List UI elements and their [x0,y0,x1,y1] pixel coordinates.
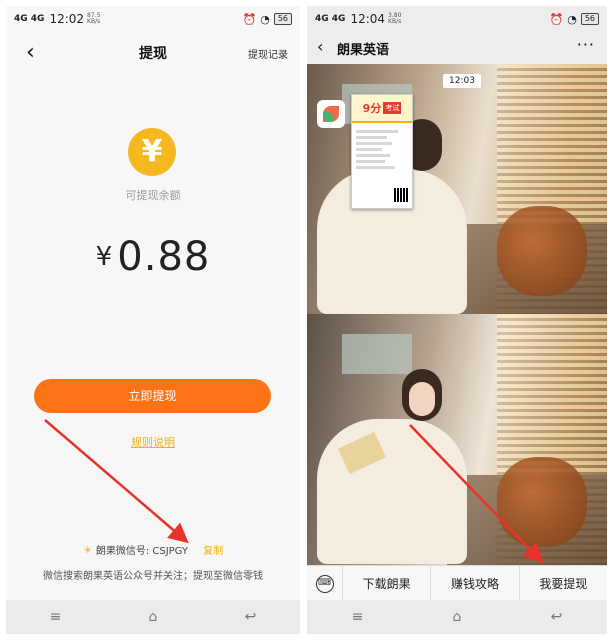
battery-icon: 56 [580,13,599,25]
more-icon[interactable]: ··· [577,35,595,54]
signal-icon: 4G 4G [315,14,346,24]
wifi-icon: ◔ [260,12,270,26]
withdraw-record-link[interactable]: 提现记录 [248,46,288,61]
promo-poster[interactable]: 9分 考试 [351,94,413,209]
amount-value: 0.88 [117,234,211,280]
menu-item-withdraw[interactable]: 我要提现 [520,566,607,602]
poster-number: 9分 [362,102,382,115]
menu-icon[interactable]: ≡ [50,609,62,625]
system-nav-bar: ≡ ⌂ ↩ [307,600,607,634]
withdraw-screen: 4G 4G 12:02 87.5 KB/s ⏰ ◔ 56 ‹ 提现 提现记录 ¥… [6,6,300,634]
bulb-icon: ☀ [82,544,93,557]
follow-hint: 微信搜索朗果英语公众号并关注；提现至微信零钱 [43,571,263,582]
network-speed: 3.80 KB/s [388,12,402,25]
nav-bar: ‹ 提现 提现记录 [6,32,300,72]
yuan-coin-icon: ¥ [128,128,176,176]
poster-text-lines [352,123,412,176]
person-body [317,419,467,564]
menu-item-earn-guide[interactable]: 赚钱攻略 [431,565,520,602]
status-bar: 4G 4G 12:02 87.5 KB/s ⏰ ◔ 56 [6,6,300,32]
wechat-official-account-screen: 4G 4G 12:04 3.80 KB/s ⏰ ◔ 56 ‹ 朗果英语 ··· [307,6,607,634]
qr-code-icon [394,188,408,202]
nav-bar: ‹ 朗果英语 ··· [307,32,607,64]
keyboard-icon: ⌨ [315,574,334,593]
balance-amount: ¥ 0.88 [6,234,300,280]
system-nav-bar: ≡ ⌂ ↩ [6,600,300,634]
status-time: 12:02 [49,12,85,26]
wall-sign [342,334,412,374]
account-title: 朗果英语 [337,43,390,58]
network-speed: 87.5 KB/s [87,12,101,25]
person-face [409,382,435,416]
keyboard-toggle[interactable]: ⌨ [307,565,343,602]
battery-icon: 56 [273,13,292,25]
balance-label: 可提现余额 [125,189,181,202]
wechat-id-label: 朗果微信号: CSJPGY [95,546,189,557]
alarm-icon: ⏰ [242,12,257,26]
video-timestamp: 12:03 [443,74,481,88]
home-icon[interactable]: ⌂ [149,609,158,625]
menu-item-download[interactable]: 下载朗果 [343,565,432,602]
signal-icon: 4G 4G [14,14,45,24]
back-icon[interactable]: ↩ [551,609,563,625]
menu-icon[interactable]: ≡ [352,609,364,625]
chair [497,206,587,296]
chair [497,457,587,547]
back-icon[interactable]: ↩ [245,609,257,625]
home-icon[interactable]: ⌂ [453,609,462,625]
poster-tag: 考试 [383,102,402,114]
withdraw-now-button[interactable]: 立即提现 [34,379,271,413]
back-arrow-icon[interactable]: ‹ [317,37,323,56]
currency-symbol: ¥ [95,242,113,272]
wifi-icon: ◔ [567,12,577,26]
wechat-id-row: ☀ 朗果微信号: CSJPGY 复制 [6,542,300,557]
app-logo-icon [317,100,345,128]
copy-button[interactable]: 复制 [203,546,223,557]
article-image-bottom [307,314,607,565]
alarm-icon: ⏰ [549,12,564,26]
article-image-top: 9分 考试 12:03 [307,64,607,314]
status-time: 12:04 [350,12,386,26]
account-menu-bar: ⌨ 下载朗果 赚钱攻略 我要提现 [307,565,607,602]
status-bar: 4G 4G 12:04 3.80 KB/s ⏰ ◔ 56 [307,6,607,32]
screenshot-composite: 4G 4G 12:02 87.5 KB/s ⏰ ◔ 56 ‹ 提现 提现记录 ¥… [0,0,613,640]
rules-link[interactable]: 规则说明 [6,434,300,450]
